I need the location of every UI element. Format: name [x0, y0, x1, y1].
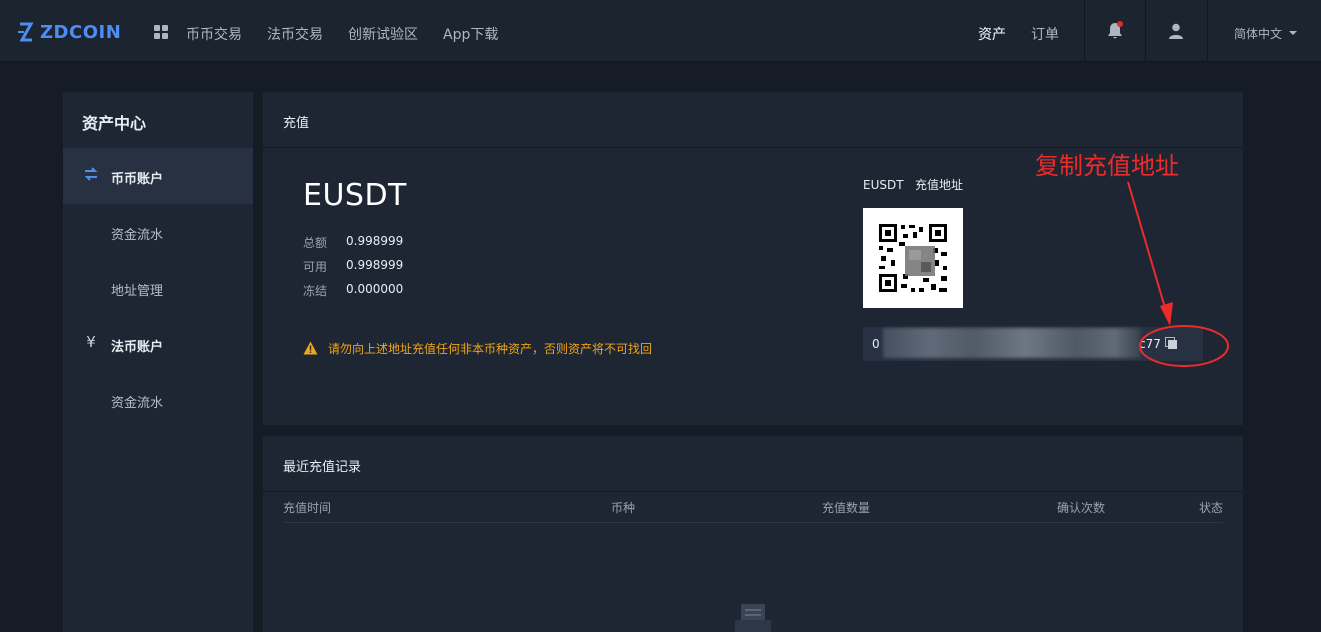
sidebar-item-spot-account[interactable]: 币币账户	[63, 148, 253, 204]
notification-dot	[1117, 21, 1123, 27]
exchange-icon	[84, 167, 98, 181]
asset-sidebar: 资产中心 币币账户 资金流水 地址管理 ¥ 法币账户 资金流水	[63, 92, 253, 632]
column-header-amount: 充值数量	[822, 501, 871, 515]
balance-frozen-label: 冻结	[303, 284, 328, 298]
brand-logo[interactable]: ZDCOIN	[16, 20, 121, 44]
balance-total-label: 总额	[303, 236, 328, 250]
brand-name: ZDCOIN	[40, 21, 122, 43]
warning-icon	[303, 341, 318, 355]
nav-app-download[interactable]: App下载	[443, 24, 498, 44]
annotation-arrow	[1127, 181, 1229, 367]
card-title: 最近充值记录	[283, 460, 362, 475]
column-header-confirmations: 确认次数	[1057, 501, 1106, 515]
deposit-qr-code	[863, 208, 963, 308]
nav-divider	[1145, 0, 1146, 62]
address-redacted	[883, 328, 1141, 358]
yen-icon: ¥	[86, 333, 96, 351]
nav-divider	[1207, 0, 1208, 62]
zdcoin-logo-icon	[18, 22, 34, 42]
annotation-copy-address: 复制充值地址	[1035, 152, 1179, 180]
records-table-header: 充值时间 币种 充值数量 确认次数 状态	[283, 499, 1223, 523]
deposit-records-card: 最近充值记录 充值时间 币种 充值数量 确认次数 状态	[263, 436, 1243, 632]
nav-assets[interactable]: 资产	[978, 24, 1006, 44]
card-header: 充值	[263, 92, 1243, 148]
warning-text: 请勿向上述地址充值任何非本币种资产，否则资产将不可找回	[328, 341, 653, 356]
coin-name: EUSDT	[303, 178, 407, 213]
balance-available-label: 可用	[303, 260, 328, 274]
sidebar-item-fiat-account[interactable]: ¥ 法币账户	[63, 316, 253, 372]
language-selector[interactable]: 简体中文	[1234, 25, 1282, 42]
user-avatar-icon[interactable]	[1168, 23, 1184, 39]
column-header-time: 充值时间	[283, 501, 332, 515]
sidebar-item-label: 法币账户	[111, 340, 164, 355]
apps-grid-icon[interactable]	[154, 25, 168, 39]
balance-available-value: 0.998999	[346, 258, 404, 272]
deposit-warning: 请勿向上述地址充值任何非本币种资产，否则资产将不可找回	[303, 340, 652, 356]
card-header: 最近充值记录	[263, 436, 1243, 492]
column-header-status: 状态	[1199, 501, 1224, 515]
balance-total-value: 0.998999	[346, 234, 404, 248]
card-title: 充值	[283, 116, 310, 131]
nav-orders[interactable]: 订单	[1031, 24, 1059, 44]
deposit-card: 充值 EUSDT 总额 0.998999 可用 0.998999 冻结 0.00…	[263, 92, 1243, 425]
sidebar-item-label: 币币账户	[111, 172, 164, 187]
chevron-down-icon[interactable]	[1289, 31, 1297, 35]
top-navbar: ZDCOIN 币币交易 法币交易 创新试验区 App下载 资产 订单 简体中文	[0, 0, 1321, 62]
deposit-address-title: EUSDT 充值地址	[863, 178, 963, 192]
sidebar-item-label: 资金流水	[111, 228, 164, 243]
empty-records-icon	[735, 604, 771, 632]
sidebar-item-fiat-fund-flow[interactable]: 资金流水	[63, 372, 253, 428]
sidebar-item-address-management[interactable]: 地址管理	[63, 260, 253, 316]
sidebar-title: 资产中心	[82, 114, 147, 133]
sidebar-item-label: 资金流水	[111, 396, 164, 411]
sidebar-item-label: 地址管理	[111, 284, 164, 299]
nav-divider	[1084, 0, 1085, 62]
sidebar-item-fund-flow[interactable]: 资金流水	[63, 204, 253, 260]
nav-fiat-trading[interactable]: 法币交易	[267, 24, 323, 44]
nav-spot-trading[interactable]: 币币交易	[186, 24, 242, 44]
address-prefix: 0	[872, 337, 880, 351]
balance-frozen-value: 0.000000	[346, 282, 404, 296]
nav-innovation-zone[interactable]: 创新试验区	[348, 24, 418, 44]
column-header-coin: 币种	[611, 501, 636, 515]
